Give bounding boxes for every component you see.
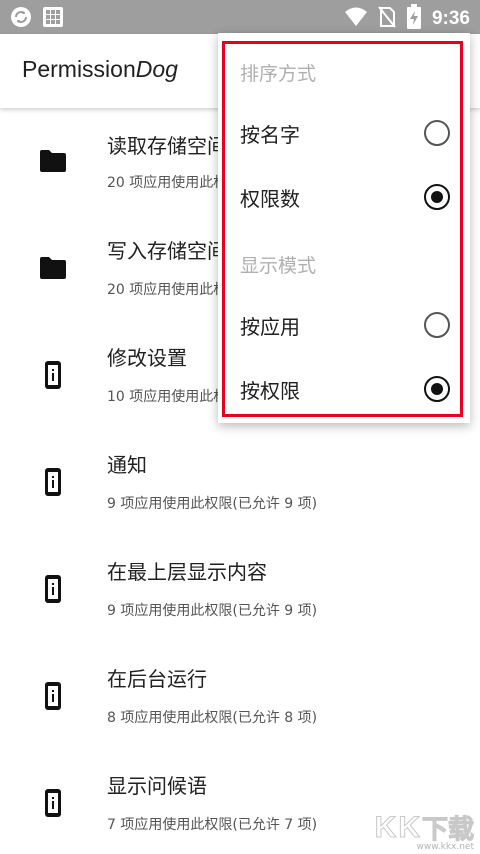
- status-right-icons: 9:36: [344, 4, 470, 34]
- watermark-k: K: [398, 810, 421, 844]
- menu-label: 按权限: [240, 379, 300, 403]
- radio-sort-by-name[interactable]: [424, 120, 450, 146]
- permission-subtitle: 9 项应用使用此权限(已允许 9 项): [107, 603, 318, 619]
- folder-icon: [38, 146, 68, 176]
- permission-subtitle: 8 项应用使用此权限(已允许 8 项): [107, 710, 318, 726]
- phone-info-icon: [38, 467, 68, 497]
- radio-sort-by-count[interactable]: [424, 184, 450, 210]
- permission-subtitle: 9 项应用使用此权限(已允许 9 项): [107, 496, 318, 512]
- status-bar: 9:36: [0, 0, 480, 34]
- menu-item-sort-by-count[interactable]: 权限数: [218, 167, 470, 227]
- app-title-regular: Permission: [22, 56, 136, 82]
- permission-title: 显示问候语: [107, 774, 207, 798]
- permission-subtitle: 7 项应用使用此权限(已允许 7 项): [107, 817, 318, 833]
- watermark-url: www.kkx.net: [416, 842, 475, 852]
- permission-item[interactable]: 通知 9 项应用使用此权限(已允许 9 项): [0, 429, 480, 536]
- wifi-icon: [344, 6, 368, 32]
- phone-info-icon: [38, 574, 68, 604]
- permission-item[interactable]: 在最上层显示内容 9 项应用使用此权限(已允许 9 项): [0, 536, 480, 643]
- watermark-k: K: [374, 810, 397, 844]
- app-title-italic: Dog: [135, 56, 178, 82]
- radio-display-by-app[interactable]: [424, 312, 450, 338]
- battery-charging-icon: [406, 4, 422, 34]
- permission-item[interactable]: 在后台运行 8 项应用使用此权限(已允许 8 项): [0, 643, 480, 750]
- menu-item-display-by-app[interactable]: 按应用: [218, 295, 470, 355]
- phone-info-icon: [38, 360, 68, 390]
- permission-title: 读取存储空间: [107, 134, 227, 158]
- sort-section-header: 排序方式: [240, 63, 317, 85]
- menu-label: 按应用: [240, 315, 300, 339]
- permission-title: 在最上层显示内容: [107, 560, 267, 584]
- no-sim-icon: [378, 5, 396, 33]
- sync-icon: [10, 6, 32, 32]
- folder-icon: [38, 253, 68, 283]
- status-left-icons: [10, 6, 64, 32]
- grid-icon: [42, 6, 64, 32]
- sort-display-menu: 排序方式 按名字 权限数 显示模式 按应用 按权限: [218, 33, 470, 423]
- status-time: 9:36: [431, 8, 470, 29]
- phone-info-icon: [38, 788, 68, 818]
- menu-item-display-by-permission[interactable]: 按权限: [218, 359, 470, 419]
- permission-title: 写入存储空间: [107, 239, 227, 263]
- watermark-text: 下载: [421, 815, 474, 846]
- phone-info-icon: [38, 681, 68, 711]
- permission-title: 在后台运行: [107, 667, 207, 691]
- permission-title: 通知: [107, 453, 147, 477]
- app-title: PermissionDog: [22, 56, 178, 83]
- watermark-logo: K K 下载: [374, 809, 474, 846]
- menu-item-sort-by-name[interactable]: 按名字: [218, 103, 470, 163]
- menu-label: 权限数: [240, 187, 300, 211]
- display-section-header: 显示模式: [240, 255, 317, 277]
- radio-display-by-permission[interactable]: [424, 376, 450, 402]
- permission-title: 修改设置: [107, 346, 187, 370]
- menu-label: 按名字: [240, 123, 300, 147]
